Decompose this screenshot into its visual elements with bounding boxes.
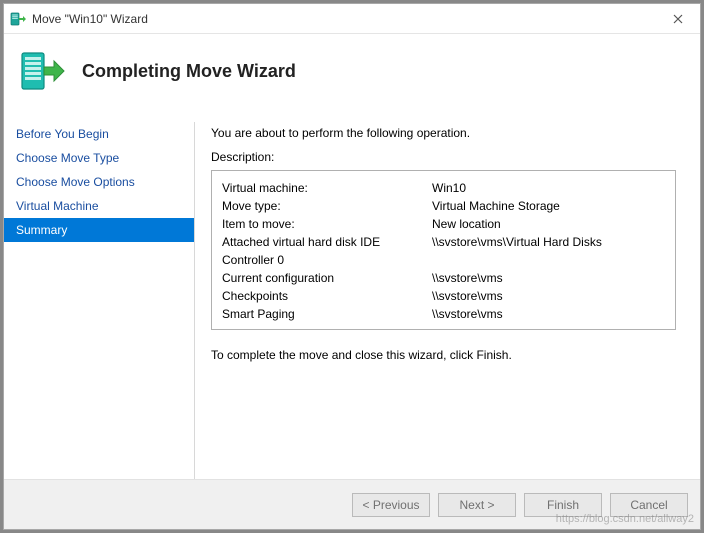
page-title: Completing Move Wizard — [82, 61, 296, 82]
description-box: Virtual machine:Win10Move type:Virtual M… — [211, 170, 676, 330]
description-value: \\svstore\vms — [432, 305, 665, 323]
description-row: Virtual machine:Win10 — [222, 179, 665, 197]
server-move-icon — [18, 47, 66, 95]
close-icon — [673, 14, 683, 24]
description-key: Attached virtual hard disk IDE Controlle… — [222, 233, 432, 269]
description-value: \\svstore\vms\Virtual Hard Disks — [432, 233, 665, 269]
description-row: Move type:Virtual Machine Storage — [222, 197, 665, 215]
description-key: Current configuration — [222, 269, 432, 287]
description-key: Virtual machine: — [222, 179, 432, 197]
finish-button[interactable]: Finish — [524, 493, 602, 517]
window-title: Move "Win10" Wizard — [32, 12, 656, 26]
sidebar-item-summary[interactable]: Summary — [4, 218, 194, 242]
description-key: Smart Paging — [222, 305, 432, 323]
description-row: Item to move:New location — [222, 215, 665, 233]
titlebar: Move "Win10" Wizard — [4, 4, 700, 34]
content-panel: You are about to perform the following o… — [195, 108, 700, 479]
sidebar-item-before-you-begin[interactable]: Before You Begin — [4, 122, 194, 146]
close-button[interactable] — [656, 4, 700, 34]
intro-text: You are about to perform the following o… — [211, 126, 676, 140]
description-key: Item to move: — [222, 215, 432, 233]
sidebar-item-choose-move-type[interactable]: Choose Move Type — [4, 146, 194, 170]
wizard-header: Completing Move Wizard — [4, 34, 700, 108]
wizard-window: Move "Win10" Wizard Completing Move Wiza… — [3, 3, 701, 530]
description-label: Description: — [211, 150, 676, 164]
description-value: New location — [432, 215, 665, 233]
description-value: \\svstore\vms — [432, 269, 665, 287]
description-key: Checkpoints — [222, 287, 432, 305]
cancel-button[interactable]: Cancel — [610, 493, 688, 517]
wizard-body: Before You BeginChoose Move TypeChoose M… — [4, 108, 700, 479]
steps-sidebar: Before You BeginChoose Move TypeChoose M… — [4, 108, 194, 479]
sidebar-item-choose-move-options[interactable]: Choose Move Options — [4, 170, 194, 194]
description-value: \\svstore\vms — [432, 287, 665, 305]
description-value: Win10 — [432, 179, 665, 197]
description-value: Virtual Machine Storage — [432, 197, 665, 215]
wizard-footer: < Previous Next > Finish Cancel — [4, 479, 700, 529]
description-row: Smart Paging\\svstore\vms — [222, 305, 665, 323]
description-row: Checkpoints\\svstore\vms — [222, 287, 665, 305]
description-row: Current configuration\\svstore\vms — [222, 269, 665, 287]
next-button[interactable]: Next > — [438, 493, 516, 517]
description-key: Move type: — [222, 197, 432, 215]
description-row: Attached virtual hard disk IDE Controlle… — [222, 233, 665, 269]
sidebar-item-virtual-machine[interactable]: Virtual Machine — [4, 194, 194, 218]
app-icon — [10, 11, 26, 27]
previous-button[interactable]: < Previous — [352, 493, 430, 517]
instruction-text: To complete the move and close this wiza… — [211, 348, 676, 362]
